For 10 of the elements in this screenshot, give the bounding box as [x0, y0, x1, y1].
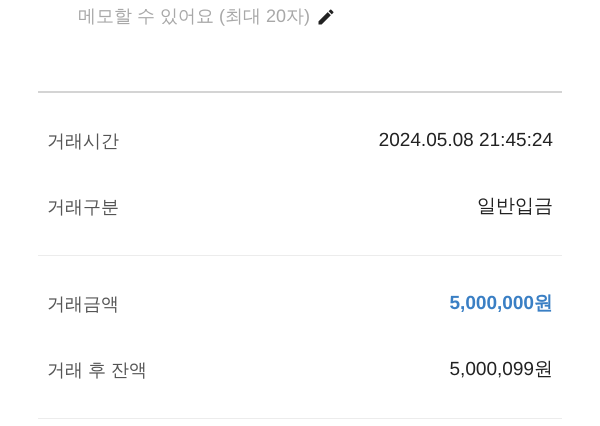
row-value: 5,000,099원 — [449, 358, 553, 382]
row-label: 거래 후 잔액 — [47, 358, 148, 382]
row-label: 거래구분 — [47, 196, 119, 218]
row-value: 일반입금 — [477, 194, 553, 219]
row-label: 거래시간 — [47, 130, 119, 152]
row-value: 5,000,000원 — [449, 292, 553, 316]
row-label: 거래금액 — [47, 292, 119, 316]
pencil-icon — [316, 6, 336, 26]
memo-button[interactable]: 메모할 수 있어요 (최대 20자) — [78, 3, 336, 30]
row-value: 2024.05.08 21:45:24 — [378, 128, 553, 153]
